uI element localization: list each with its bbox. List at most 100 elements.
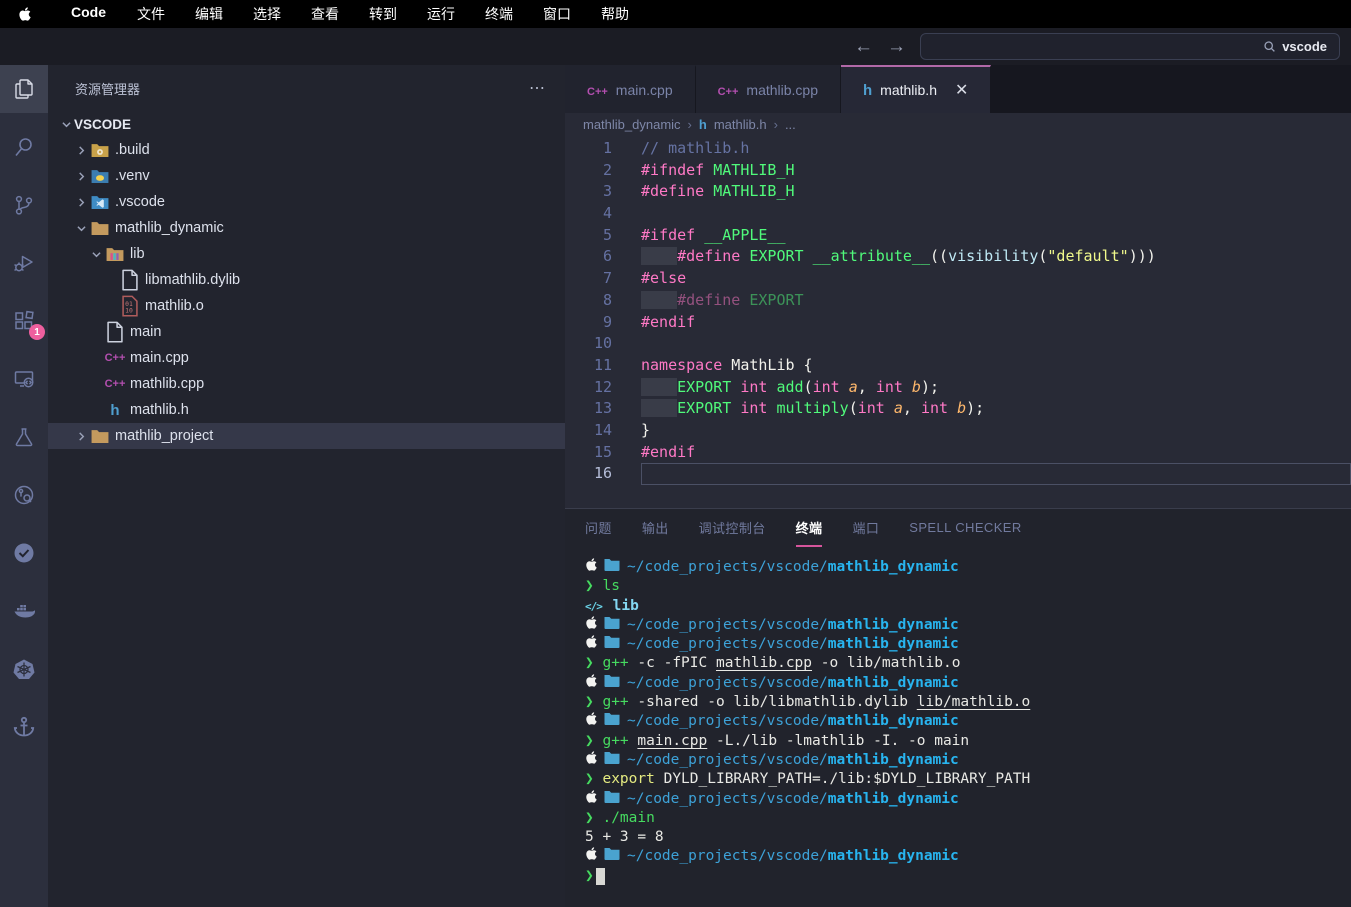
- menu-item-转到[interactable]: 转到: [354, 4, 412, 24]
- tree-item-main-cpp[interactable]: C++main.cpp: [48, 345, 565, 371]
- explorer-more-actions[interactable]: ⋯: [529, 78, 547, 98]
- tree-item-label: mathlib.o: [145, 298, 204, 314]
- folder-venv-icon: [91, 168, 109, 184]
- panel-tab-端口[interactable]: 端口: [852, 509, 879, 547]
- panel-tab-SPELL CHECKER[interactable]: SPELL CHECKER: [909, 509, 1021, 547]
- panel-tab-输出[interactable]: 输出: [642, 509, 669, 547]
- code-line-5: 5#ifdef __APPLE__: [565, 225, 1351, 247]
- source-control-icon[interactable]: [0, 181, 48, 229]
- tree-item-mathlib-project[interactable]: mathlib_project: [48, 423, 565, 449]
- tree-item-main[interactable]: main: [48, 319, 565, 345]
- tree-item-label: mathlib.h: [130, 402, 189, 418]
- line-number: 16: [565, 463, 641, 485]
- code-line-1: 1// mathlib.h: [565, 138, 1351, 160]
- panel-tabs: 问题输出调试控制台终端端口 SPELL CHECKER: [565, 509, 1351, 547]
- terminal-line: ❯: [585, 867, 1351, 886]
- panel-tab-终端[interactable]: 终端: [796, 509, 823, 547]
- menu-item-帮助[interactable]: 帮助: [586, 4, 644, 24]
- tree-item--venv[interactable]: .venv: [48, 163, 565, 189]
- tree-item--build[interactable]: .build: [48, 137, 565, 163]
- file-h-icon: h: [106, 402, 124, 418]
- run-debug-icon[interactable]: [0, 239, 48, 287]
- menu-item-编辑[interactable]: 编辑: [180, 4, 238, 24]
- line-number: 13: [565, 398, 641, 420]
- tree-item-label: libmathlib.dylib: [145, 272, 240, 288]
- tree-item-mathlib-dynamic[interactable]: mathlib_dynamic: [48, 215, 565, 241]
- tree-item-label: main: [130, 324, 161, 340]
- code-line-2: 2#ifndef MATHLIB_H: [565, 160, 1351, 182]
- folder-prompt-icon: [604, 712, 627, 731]
- menu-item-文件[interactable]: 文件: [122, 4, 180, 24]
- anchor-icon[interactable]: [0, 703, 48, 751]
- cpp-file-icon: C++: [587, 82, 608, 98]
- panel-tab-调试控制台[interactable]: 调试控制台: [699, 509, 766, 547]
- tab-main-cpp[interactable]: C++main.cpp: [565, 65, 696, 113]
- file-cpp-icon: C++: [106, 376, 124, 392]
- testing-icon[interactable]: [0, 413, 48, 461]
- breadcrumb[interactable]: mathlib_dynamic›hmathlib.h›...: [565, 113, 1351, 135]
- tree-item-label: lib: [130, 246, 145, 262]
- file-tree: VSCODE .build .venv.vscodemathlib_dynamicl…: [48, 111, 565, 907]
- apple-menu-icon[interactable]: [18, 6, 33, 23]
- line-content: #ifdef __APPLE__: [641, 225, 1351, 247]
- line-content: #else: [641, 268, 1351, 290]
- docker-icon[interactable]: [0, 587, 48, 635]
- kubernetes-icon[interactable]: [0, 645, 48, 693]
- code-line-3: 3#define MATHLIB_H: [565, 181, 1351, 203]
- menu-item-运行[interactable]: 运行: [412, 4, 470, 24]
- tree-item-label: VSCODE: [74, 117, 131, 132]
- menu-item-选择[interactable]: 选择: [238, 4, 296, 24]
- close-icon[interactable]: ✕: [955, 80, 968, 100]
- tab-mathlib-h[interactable]: h mathlib.h ✕: [841, 65, 991, 113]
- remote-explorer-icon[interactable]: [0, 355, 48, 403]
- folder-prompt-icon: [604, 790, 627, 809]
- forward-arrow-icon[interactable]: →: [887, 37, 906, 56]
- tree-item-libmathlib-dylib[interactable]: libmathlib.dylib: [48, 267, 565, 293]
- tree-item--vscode[interactable]: .vscode: [48, 189, 565, 215]
- breadcrumb-separator: ›: [688, 117, 692, 132]
- panel-tab-问题[interactable]: 问题: [585, 509, 612, 547]
- code-editor[interactable]: 1// mathlib.h2#ifndef MATHLIB_H3#define …: [565, 135, 1351, 508]
- tab-label: mathlib.h: [880, 82, 937, 98]
- breadcrumb-item[interactable]: mathlib.h: [714, 117, 767, 132]
- menu-item-终端[interactable]: 终端: [470, 4, 528, 24]
- explorer-icon[interactable]: [0, 65, 48, 113]
- tree-item-lib[interactable]: lib: [48, 241, 565, 267]
- apple-prompt-icon: [585, 750, 604, 771]
- command-center-search[interactable]: vscode: [920, 33, 1340, 60]
- tree-item-mathlib-o[interactable]: 0110mathlib.o: [48, 293, 565, 319]
- tree-item-vscode[interactable]: VSCODE: [48, 111, 565, 137]
- file-cpp-icon: C++: [106, 350, 124, 366]
- chevron-right-icon: [73, 146, 89, 155]
- h-file-icon: h: [863, 82, 872, 99]
- tree-item-mathlib-cpp[interactable]: C++mathlib.cpp: [48, 371, 565, 397]
- folder-prompt-icon: [604, 847, 627, 866]
- line-number: 5: [565, 225, 641, 247]
- tab-mathlib-cpp[interactable]: C++mathlib.cpp: [696, 65, 841, 113]
- menu-item-Code[interactable]: Code: [55, 4, 122, 24]
- check-circle-icon[interactable]: [0, 529, 48, 577]
- search-icon[interactable]: [0, 123, 48, 171]
- code-line-15: 15#endif: [565, 442, 1351, 464]
- line-content: #ifndef MATHLIB_H: [641, 160, 1351, 182]
- extensions-icon[interactable]: 1: [0, 297, 48, 345]
- code-line-4: 4: [565, 203, 1351, 225]
- apple-prompt-icon: [585, 634, 604, 655]
- menu-item-窗口[interactable]: 窗口: [528, 4, 586, 24]
- breadcrumb-item[interactable]: ...: [785, 117, 796, 132]
- code-line-16: 16: [565, 463, 1351, 485]
- tree-item-label: .build: [115, 142, 150, 158]
- back-arrow-icon[interactable]: ←: [854, 37, 873, 56]
- code-line-13: 13 EXPORT int multiply(int a, int b);: [565, 398, 1351, 420]
- apple-prompt-icon: [585, 711, 604, 732]
- chevron-down-icon: [58, 120, 74, 129]
- breadcrumb-item[interactable]: mathlib_dynamic: [583, 117, 681, 132]
- terminal-line: ~/code_projects/vscode/mathlib_dynamic: [585, 558, 1351, 577]
- tree-item-mathlib-h[interactable]: h mathlib.h: [48, 397, 565, 423]
- chevron-right-icon: [73, 172, 89, 181]
- gitlens-icon[interactable]: [0, 471, 48, 519]
- terminal[interactable]: ~/code_projects/vscode/mathlib_dynamic❯ …: [565, 547, 1351, 907]
- line-number: 8: [565, 290, 641, 312]
- menu-item-查看[interactable]: 查看: [296, 4, 354, 24]
- line-number: 6: [565, 246, 641, 268]
